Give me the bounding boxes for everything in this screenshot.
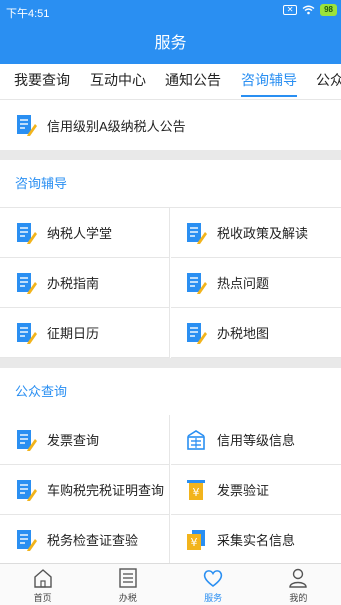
document-pencil-icon [187, 222, 207, 244]
document-pencil-icon [17, 115, 37, 136]
item-label: 征期日历 [47, 326, 100, 341]
svg-text:¥: ¥ [191, 536, 198, 549]
user-icon [289, 568, 308, 588]
public-item-realname-collect[interactable]: ¥ 采集实名信息 [171, 515, 341, 565]
wifi-icon [302, 5, 315, 15]
nav-label: 首页 [33, 593, 52, 603]
consult-item-tax-policy[interactable]: 税收政策及解读 [171, 208, 341, 258]
realname-yen-icon: ¥ [187, 529, 205, 550]
consult-item-tax-guide[interactable]: 办税指南 [0, 258, 170, 308]
page-title: 服务 [0, 23, 341, 64]
document-pencil-icon [17, 322, 37, 344]
tab-my-query[interactable]: 我要查询 [14, 64, 70, 99]
item-label: 发票验证 [217, 483, 270, 498]
bottom-nav: 首页 办税 服务 我的 [0, 563, 341, 605]
tab-public-query[interactable]: 公众查询 [316, 64, 341, 99]
status-icons: ✕ 98 [283, 4, 337, 16]
document-pencil-icon [187, 322, 207, 344]
nav-service[interactable]: 服务 [171, 564, 256, 605]
public-item-invoice-verify[interactable]: ¥ 发票验证 [171, 465, 341, 515]
consult-item-tax-map[interactable]: 办税地图 [171, 308, 341, 358]
document-pencil-icon [17, 429, 37, 451]
heart-icon [203, 570, 223, 587]
consult-grid: 纳税人学堂 税收政策及解读 办税指南 热点问题 征期日历 办税地图 [0, 208, 341, 358]
document-pencil-icon [17, 272, 37, 294]
item-label: 纳税人学堂 [47, 226, 113, 241]
nav-label: 办税 [118, 593, 137, 603]
nav-label: 服务 [204, 593, 223, 603]
public-section-title: 公众查询 [0, 368, 341, 416]
nav-mine[interactable]: 我的 [256, 564, 341, 605]
nav-tax[interactable]: 办税 [85, 564, 170, 605]
item-label: 税务检查证查验 [47, 533, 139, 548]
tab-bar: 我要查询 互动中心 通知公告 咨询辅导 公众查询 [0, 64, 341, 100]
list-icon [119, 568, 137, 588]
section-divider [0, 358, 341, 368]
item-label: 办税地图 [217, 326, 270, 341]
consult-section-title: 咨询辅导 [0, 160, 341, 208]
document-pencil-icon [17, 222, 37, 244]
consult-item-hot-issues[interactable]: 热点问题 [171, 258, 341, 308]
battery-indicator: 98 [320, 4, 337, 16]
item-label: 办税指南 [47, 276, 100, 291]
nav-home[interactable]: 首页 [0, 564, 85, 605]
item-label: 采集实名信息 [217, 533, 296, 548]
consult-item-tax-calendar[interactable]: 征期日历 [0, 308, 170, 358]
item-label: 热点问题 [217, 276, 270, 291]
section-divider [0, 150, 341, 160]
document-pencil-icon [187, 272, 207, 294]
tab-notice[interactable]: 通知公告 [165, 64, 221, 99]
svg-text:¥: ¥ [193, 486, 200, 499]
home-icon [33, 569, 52, 588]
item-label: 发票查询 [47, 433, 100, 448]
public-item-inspection-cert[interactable]: 税务检查证查验 [0, 515, 170, 565]
item-label: 车购税完税证明查询 [47, 483, 165, 498]
sim-icon: ✕ [283, 5, 298, 15]
invoice-yen-icon: ¥ [187, 479, 205, 500]
item-label: 税收政策及解读 [217, 226, 309, 241]
tab-consult[interactable]: 咨询辅导 [241, 64, 297, 99]
public-grid: 发票查询 信用等级信息 车购税完税证明查询 ¥ 发票验证 税务检查证查验 ¥ 采… [0, 415, 341, 565]
nav-label: 我的 [289, 593, 308, 603]
notice-item[interactable]: 信用级别A级纳税人公告 [0, 100, 341, 150]
document-pencil-icon [17, 529, 37, 551]
consult-item-taxpayer-school[interactable]: 纳税人学堂 [0, 208, 170, 258]
status-bar: 下午4:51 ✕ 98 [0, 0, 341, 23]
public-item-vehicle-tax-certificate[interactable]: 车购税完税证明查询 [0, 465, 170, 515]
credit-rating-icon [187, 429, 205, 450]
tab-interaction[interactable]: 互动中心 [90, 64, 146, 99]
public-item-credit-info[interactable]: 信用等级信息 [171, 415, 341, 465]
item-label: 信用等级信息 [217, 433, 296, 448]
public-item-invoice-query[interactable]: 发票查询 [0, 415, 170, 465]
notice-label: 信用级别A级纳税人公告 [47, 118, 186, 134]
status-time: 下午4:51 [6, 8, 50, 20]
document-pencil-icon [17, 479, 37, 501]
